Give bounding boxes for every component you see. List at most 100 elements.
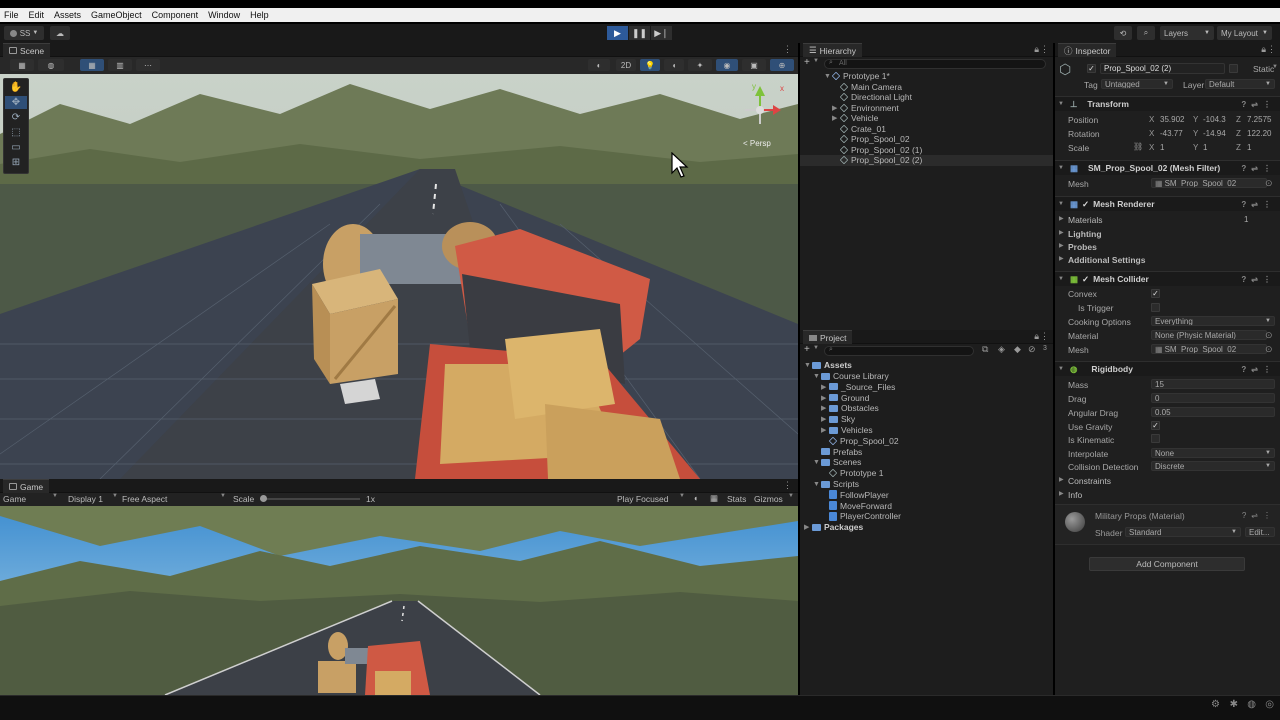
move-tool[interactable]: ✥ (5, 96, 27, 109)
more-menu-icon[interactable]: ⋮ (783, 44, 792, 55)
cloud-button[interactable]: ☁ (50, 26, 70, 40)
hierarchy-item[interactable]: Crate_01 (800, 124, 1053, 135)
scale-y[interactable]: 1 (1203, 143, 1207, 152)
more-menu-icon[interactable]: ⋮ (1267, 44, 1276, 55)
cache-icon[interactable]: ◍ (1247, 699, 1256, 710)
menu-assets[interactable]: Assets (54, 10, 81, 20)
menu-gameobject[interactable]: GameObject (91, 10, 142, 20)
project-item[interactable]: ▶ Vehicles (800, 425, 1053, 436)
add-component-button[interactable]: Add Component (1089, 557, 1245, 571)
probes-foldout[interactable]: Probes (1068, 242, 1097, 252)
scene-viewport[interactable]: ✋ ✥ ⟳ ⬚ ▭ ⊞ y x < Persp (0, 74, 798, 479)
hierarchy-item[interactable]: Directional Light (800, 92, 1053, 103)
transform-header[interactable]: ▼ ⊥ Transform ?⇌⋮ (1055, 96, 1280, 111)
hidden-packages-icon[interactable]: ⊘ (1028, 344, 1036, 355)
project-item[interactable]: Prop_Spool_02 (800, 436, 1053, 447)
object-picker-icon[interactable]: ⊙ (1265, 178, 1273, 189)
scale-z[interactable]: 1 (1247, 143, 1251, 152)
menu-help[interactable]: Help (250, 10, 269, 20)
global-button[interactable]: ◍ (38, 59, 64, 71)
hierarchy-item[interactable]: ▶ Environment (800, 103, 1053, 114)
label-filter-icon[interactable]: ◆ (1014, 344, 1021, 355)
hierarchy-search-input[interactable]: ⌕ All (824, 59, 1046, 69)
component-actions[interactable]: ?⇌⋮ (1241, 275, 1276, 284)
hierarchy-item[interactable]: Prop_Spool_02 (1) (800, 145, 1053, 156)
component-actions[interactable]: ?⇌⋮ (1241, 200, 1276, 209)
constraints-foldout[interactable]: Constraints (1068, 476, 1111, 486)
active-checkbox[interactable]: ✓ (1087, 64, 1096, 73)
hidden-objects-toggle[interactable]: ◉ (716, 59, 738, 71)
camera-button[interactable]: ▣ (742, 59, 766, 71)
tab-scene[interactable]: Scene (3, 43, 51, 57)
edit-shader-button[interactable]: Edit... (1245, 527, 1275, 537)
rotation-y[interactable]: -14.94 (1203, 129, 1226, 138)
project-item[interactable]: FollowPlayer (800, 490, 1053, 501)
lock-icon[interactable]: 🔒︎ (1261, 44, 1266, 55)
menu-edit[interactable]: Edit (29, 10, 45, 20)
rigidbody-header[interactable]: ▼ ◍ Rigidbody ?⇌⋮ (1055, 361, 1280, 376)
grid-snap-button[interactable]: ▥ (108, 59, 132, 71)
position-z[interactable]: 7.2575 (1247, 115, 1271, 124)
bug-icon[interactable]: ⚙ (1211, 699, 1220, 710)
auto-generate-icon[interactable]: ✱ (1230, 699, 1238, 710)
project-item[interactable]: ▼ Scenes (800, 457, 1053, 468)
object-name-field[interactable]: Prop_Spool_02 (2) (1100, 63, 1225, 74)
lock-icon[interactable]: 🔒︎ (1034, 331, 1039, 342)
shader-dropdown[interactable]: Standard ▼ (1125, 527, 1241, 537)
component-actions[interactable]: ?⇌⋮ (1242, 511, 1276, 520)
2d-toggle[interactable]: 2D (616, 59, 636, 71)
object-picker-icon[interactable]: ⊙ (1265, 344, 1273, 355)
effects-button[interactable]: ✦ (688, 59, 712, 71)
project-item[interactable]: ▼ Assets (800, 360, 1053, 371)
more-menu-icon[interactable]: ⋮ (1040, 44, 1049, 55)
lighting-toggle[interactable]: 💡 (640, 59, 660, 71)
foldout-icon[interactable]: ▶ (1059, 242, 1064, 249)
is-trigger-checkbox[interactable] (1151, 303, 1160, 312)
hierarchy-item-selected[interactable]: Prop_Spool_02 (2) (800, 155, 1053, 166)
more-menu-icon[interactable]: ⋮ (783, 480, 792, 491)
info-foldout[interactable]: Info (1068, 490, 1082, 500)
play-focused-dropdown[interactable]: Play Focused (617, 494, 669, 504)
pause-button[interactable]: ❚❚ (629, 26, 650, 40)
add-icon[interactable]: + (804, 57, 810, 68)
lock-icon[interactable]: 🔒︎ (1034, 44, 1039, 55)
project-item[interactable]: ▶ Obstacles (800, 403, 1053, 414)
hierarchy-item[interactable]: Prop_Spool_02 (800, 134, 1053, 145)
tab-inspector[interactable]: ⓘ Inspector (1058, 43, 1117, 57)
gizmos-toggle[interactable]: Gizmos (754, 494, 783, 504)
scale-slider[interactable] (260, 495, 360, 502)
game-viewport[interactable] (0, 506, 798, 695)
more-menu-icon[interactable]: ⋮ (1040, 331, 1049, 342)
mass-field[interactable]: 15 (1151, 379, 1275, 389)
aspect-dropdown[interactable]: Free Aspect (122, 494, 167, 504)
enabled-check-icon[interactable]: ✓ (1082, 274, 1089, 285)
enabled-check-icon[interactable]: ✓ (1082, 199, 1089, 210)
project-item[interactable]: ▶ Ground (800, 392, 1053, 403)
angular-drag-field[interactable]: 0.05 (1151, 407, 1275, 417)
layout-dropdown[interactable]: My Layout ▼ (1217, 26, 1272, 40)
interpolate-dropdown[interactable]: None ▼ (1151, 448, 1275, 458)
display-dropdown[interactable]: Display 1 (68, 494, 103, 504)
scale-tool[interactable]: ⬚ (5, 126, 27, 139)
drag-field[interactable]: 0 (1151, 393, 1275, 403)
foldout-icon[interactable]: ▶ (1059, 229, 1064, 236)
history-button[interactable]: ⟲ (1114, 26, 1132, 40)
project-item[interactable]: ▶ Packages (800, 522, 1053, 533)
project-item[interactable]: ▼ Scripts (800, 479, 1053, 490)
project-item[interactable]: ▼ Course Library (800, 371, 1053, 382)
mute-icon[interactable]: ◖ (693, 493, 698, 503)
foldout-icon[interactable]: ▶ (1059, 476, 1064, 483)
additional-settings-foldout[interactable]: Additional Settings (1068, 255, 1145, 265)
perspective-label[interactable]: < Persp (743, 139, 771, 148)
project-item[interactable]: MoveForward (800, 500, 1053, 511)
project-search-input[interactable]: ⌕ (824, 346, 974, 356)
lighting-foldout[interactable]: Lighting (1068, 229, 1102, 239)
search-button[interactable]: ⌕ (1137, 26, 1155, 40)
menu-window[interactable]: Window (208, 10, 240, 20)
component-actions[interactable]: ?⇌⋮ (1241, 164, 1276, 173)
scale-x[interactable]: 1 (1160, 143, 1164, 152)
rotation-x[interactable]: -43.77 (1160, 129, 1183, 138)
project-item[interactable]: ▶ Sky (800, 414, 1053, 425)
draw-mode-button[interactable]: ◐ (588, 59, 610, 71)
is-kinematic-checkbox[interactable] (1151, 434, 1160, 443)
